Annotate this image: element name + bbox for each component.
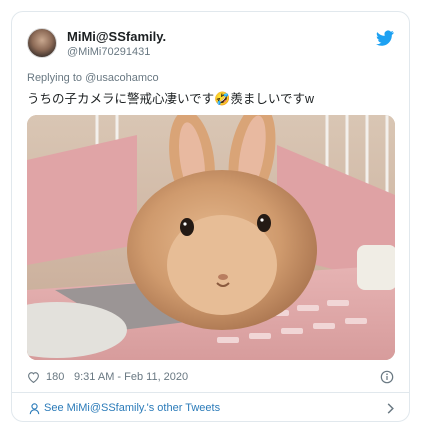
like-count[interactable]: 180 — [46, 371, 64, 383]
author-handle[interactable]: @MiMi70291431 — [67, 45, 166, 59]
heart-icon[interactable] — [27, 371, 40, 383]
tweet-photo[interactable] — [27, 115, 395, 360]
reply-prefix: Replying to — [27, 72, 83, 84]
person-icon — [29, 403, 40, 415]
tweet-text-part1: うちの子カメラに警戒心凄いです — [27, 92, 215, 106]
twitter-bird-icon[interactable] — [376, 30, 394, 46]
tweet-text-part2: 羨ましいですw — [230, 92, 314, 106]
tweet-timestamp[interactable]: 9:31 AM - Feb 11, 2020 — [74, 371, 188, 383]
reply-to-handle[interactable]: @usacohamco — [85, 72, 159, 84]
avatar[interactable] — [27, 28, 57, 58]
other-tweets-footer[interactable]: See MiMi@SSfamily.'s other Tweets — [12, 392, 409, 421]
info-icon[interactable] — [380, 370, 394, 384]
embedded-tweet-card: MiMi@SSfamily. @MiMi70291431 Replying to… — [11, 11, 410, 422]
tweet-text: うちの子カメラに警戒心凄いです🤣羨ましいですw — [27, 90, 314, 108]
see-other-tweets-link[interactable]: See MiMi@SSfamily.'s other Tweets — [44, 402, 220, 414]
reply-context: Replying to @usacohamco — [27, 72, 159, 84]
tweet-meta: 180 9:31 AM - Feb 11, 2020 — [27, 370, 394, 386]
author-display-name[interactable]: MiMi@SSfamily. — [67, 28, 166, 45]
author-names[interactable]: MiMi@SSfamily. @MiMi70291431 — [67, 28, 166, 59]
chevron-right-icon[interactable] — [386, 402, 395, 415]
rabbit-photo — [27, 115, 395, 360]
rolling-laughing-emoji: 🤣 — [214, 91, 231, 106]
tweet-header: MiMi@SSfamily. @MiMi70291431 — [27, 28, 394, 64]
